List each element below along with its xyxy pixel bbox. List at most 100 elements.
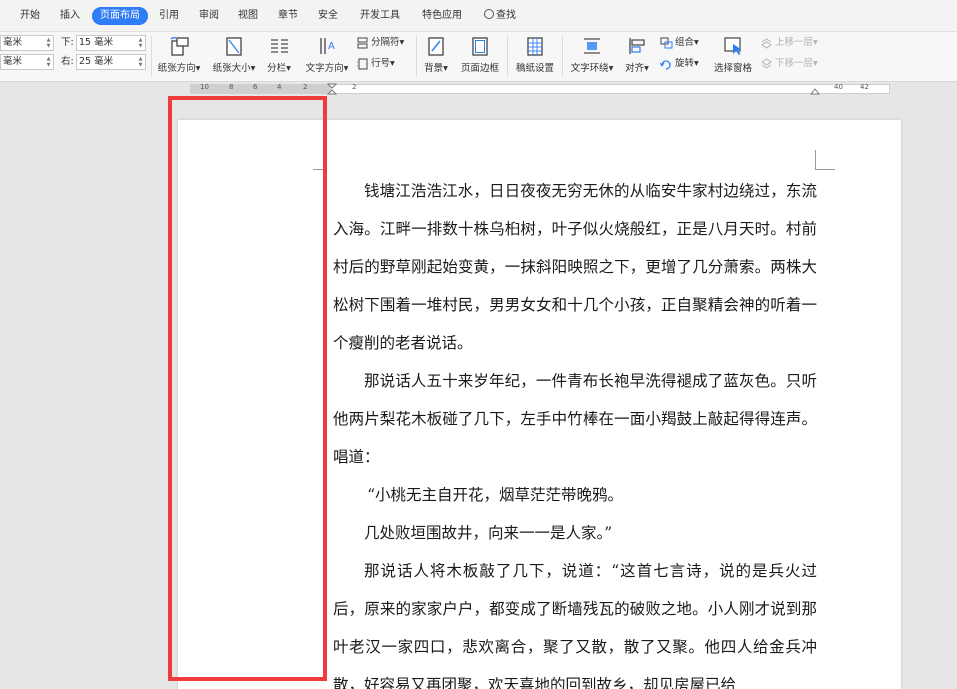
chevron-down-icon: ▾ [813, 58, 818, 69]
paragraph[interactable]: 钱塘江浩浩江水，日日夜夜无穷无休的从临安牛家村边绕过，东流入海。江畔一排数十株乌… [333, 172, 817, 362]
selection-pane-icon [724, 37, 742, 55]
paragraph[interactable]: 那说话人将木板敲了几下，说道：“这首七言诗，说的是兵火过后，原来的家家户户，都变… [333, 552, 817, 689]
chevron-down-icon: ▾ [399, 37, 405, 48]
margin-right-value: 25 毫米 [79, 56, 114, 67]
chevron-down-icon: ▾ [694, 37, 699, 48]
spinner-arrows-icon[interactable]: ▲ ▼ [45, 37, 52, 49]
margin-bottom-value: 15 毫米 [79, 37, 114, 48]
search-button[interactable]: 查找 [484, 7, 516, 25]
background-label: 背景 [424, 63, 444, 74]
bring-forward-icon [761, 37, 772, 49]
selection-pane-button[interactable]: 选择窗格 [710, 35, 756, 74]
tab-references[interactable]: 引用 [159, 7, 179, 25]
bring-forward-label: 上移一层 [775, 37, 814, 48]
text-wrap-icon [584, 38, 600, 54]
tab-section[interactable]: 章节 [278, 7, 298, 25]
background-button[interactable]: 背景▾ [420, 35, 452, 74]
align-button[interactable]: 对齐▾ [620, 35, 654, 74]
search-icon [484, 9, 494, 19]
page-break-icon [357, 37, 368, 48]
chevron-down-icon: ▾ [813, 37, 818, 48]
poem-line[interactable]: “小桃无主自开花，烟草茫茫带晚鸦。 [333, 476, 817, 514]
spinner-arrows-icon[interactable]: ▲ ▼ [137, 56, 144, 68]
group-label: 组合 [675, 37, 695, 48]
send-backward-button[interactable]: 下移一层▾ [760, 57, 818, 71]
text-wrap-button[interactable]: 文字环绕▾ [568, 35, 616, 74]
paper-size-button[interactable]: 纸张大小▾ [208, 35, 260, 74]
line-number-icon [357, 58, 368, 69]
ruler-number: 4 [277, 83, 282, 91]
group-icon [660, 37, 673, 48]
ruler-number: 2 [303, 83, 308, 91]
chevron-down-icon: ▾ [286, 63, 291, 74]
selection-pane-label: 选择窗格 [713, 63, 752, 74]
right-indent-marker-icon[interactable] [810, 85, 820, 95]
line-number-label: 行号 [371, 58, 391, 69]
paper-size-label: 纸张大小 [212, 63, 251, 74]
rotate-icon [660, 59, 671, 70]
rotate-button[interactable]: 旋转▾ [660, 57, 699, 71]
horizontal-ruler[interactable]: 10 8 6 4 2 2 40 42 [0, 82, 957, 96]
ruler-number: 6 [253, 83, 258, 91]
chevron-down-icon: ▾ [250, 63, 256, 74]
margin-corner-mark [815, 150, 835, 170]
tab-security[interactable]: 安全 [318, 7, 338, 25]
chevron-down-icon: ▾ [390, 58, 395, 69]
tab-page-layout[interactable]: 页面布局 [92, 7, 148, 25]
tab-home[interactable]: 开始 [20, 7, 40, 25]
margin-left-value: 毫米 [3, 56, 23, 67]
indent-marker-icon[interactable] [327, 83, 337, 95]
chevron-down-icon: ▾ [608, 63, 614, 74]
tab-view[interactable]: 视图 [238, 7, 258, 25]
tab-special[interactable]: 特色应用 [422, 7, 462, 25]
margin-top-value: 毫米 [3, 37, 23, 48]
margin-left-field[interactable]: 毫米 ▲ ▼ [0, 54, 54, 70]
ruler-number: 10 [200, 83, 209, 91]
text-direction-button[interactable]: A 文字方向▾ [300, 35, 354, 74]
align-icon [629, 38, 645, 54]
tab-developer[interactable]: 开发工具 [360, 7, 400, 25]
paragraph[interactable]: 那说话人五十来岁年纪，一件青布长袍早洗得褪成了蓝灰色。只听他两片梨花木板碰了几下… [333, 362, 817, 476]
send-backward-icon [761, 57, 772, 69]
columns-label: 分栏 [267, 63, 287, 74]
ruler-number: 2 [352, 83, 357, 91]
margin-right-field[interactable]: 25 毫米 ▲ ▼ [76, 54, 146, 70]
page-border-button[interactable]: 页面边框 [458, 35, 502, 74]
margin-right-label: 右: [61, 56, 74, 67]
send-backward-label: 下移一层 [775, 58, 814, 69]
paper-orientation-label: 纸张方向 [157, 63, 196, 74]
ribbon-toolbar: 毫米 ▲ ▼ 毫米 ▲ ▼ 下: 15 毫米 ▲ ▼ 右: 25 毫米 ▲ ▼ 纸张方向… [0, 32, 957, 82]
chevron-down-icon: ▾ [195, 63, 201, 74]
rotate-label: 旋转 [675, 58, 695, 69]
manuscript-grid-icon [527, 37, 543, 56]
chevron-down-icon: ▾ [644, 63, 649, 74]
bring-forward-button[interactable]: 上移一层▾ [760, 36, 818, 50]
menu-bar: 开始 插入 页面布局 引用 审阅 视图 章节 安全 开发工具 特色应用 查找 [0, 0, 957, 32]
line-number-button[interactable]: 行号▾ [356, 57, 395, 71]
columns-button[interactable]: 分栏▾ [262, 35, 296, 74]
margin-bottom-field[interactable]: 15 毫米 ▲ ▼ [76, 35, 146, 51]
manuscript-settings-button[interactable]: 稿纸设置 [513, 35, 557, 74]
align-label: 对齐 [625, 63, 645, 74]
group-button[interactable]: 组合▾ [660, 36, 699, 50]
page-border-icon [472, 37, 488, 56]
tab-review[interactable]: 审阅 [199, 7, 219, 25]
ruler-number: 8 [229, 83, 234, 91]
margin-bottom-label: 下: [61, 37, 74, 48]
spinner-arrows-icon[interactable]: ▲ ▼ [137, 37, 144, 49]
separator-button[interactable]: 分隔符▾ [356, 36, 404, 50]
ruler-margin-left [190, 84, 331, 94]
page-border-label: 页面边框 [460, 63, 499, 74]
chevron-down-icon: ▾ [694, 58, 699, 69]
margin-top-field[interactable]: 毫米 ▲ ▼ [0, 35, 54, 51]
document-body[interactable]: 钱塘江浩浩江水，日日夜夜无穷无休的从临安牛家村边绕过，东流入海。江畔一排数十株乌… [333, 172, 817, 689]
separator-label: 分隔符 [371, 37, 400, 48]
spinner-arrows-icon[interactable]: ▲ ▼ [45, 56, 52, 68]
paper-size-icon [226, 37, 242, 56]
manuscript-settings-label: 稿纸设置 [515, 63, 554, 74]
text-direction-label: 文字方向 [305, 63, 344, 74]
poem-line[interactable]: 几处败垣围故井，向来一一是人家。” [333, 514, 817, 552]
search-label: 查找 [496, 10, 516, 21]
paper-orientation-button[interactable]: 纸张方向▾ [155, 35, 203, 74]
tab-insert[interactable]: 插入 [60, 7, 80, 25]
